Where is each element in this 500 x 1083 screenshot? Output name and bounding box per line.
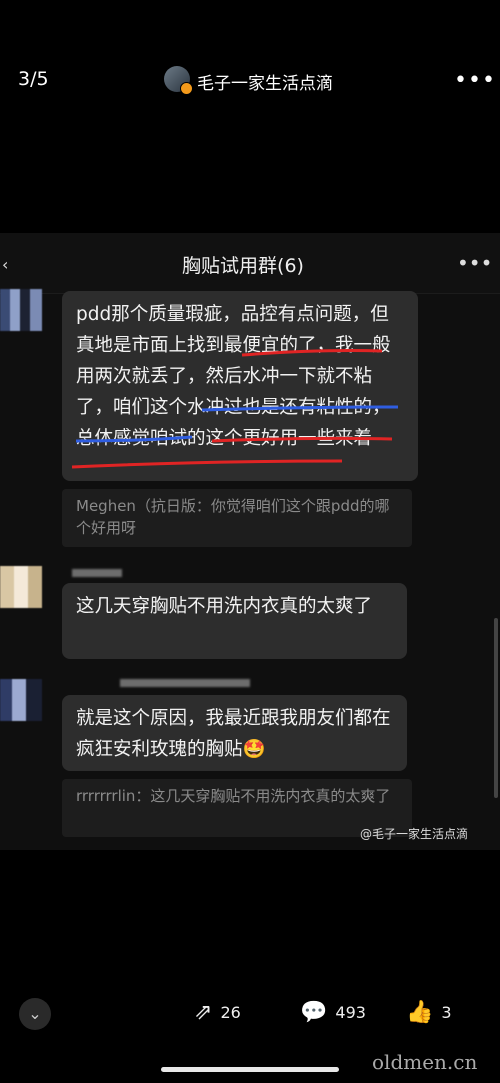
chevron-down-icon: ⌄ [28,1004,42,1023]
share-button[interactable]: ⇗ 26 [194,1000,241,1025]
red-underline [211,436,393,443]
home-indicator[interactable] [161,1067,339,1072]
group-more-icon: ••• [457,251,493,275]
red-underline [71,459,343,469]
comment-count: 493 [335,1003,366,1022]
comment-button[interactable]: 💬 493 [300,1000,366,1025]
top-bar: 3/5 毛子一家生活点滴 ••• [0,0,500,160]
avatar [0,679,42,721]
red-underline [241,349,383,357]
share-icon: ⇗ [194,1000,213,1025]
share-count: 26 [220,1003,241,1022]
like-count: 3 [441,1003,452,1022]
author-name[interactable]: 毛子一家生活点滴 [197,69,333,94]
blue-underline [75,435,193,443]
underline-annotations [71,349,399,469]
comment-icon: 💬 [300,1000,328,1025]
image-counter: 3/5 [18,68,49,90]
message-bubble: 就是这个原因，我最近跟我朋友们都在疯狂安利玫瑰的胸贴🤩 [62,695,407,771]
quoted-message: Meghen（抗日版：你觉得咱们这个跟pdd的哪个好用呀 [62,489,412,547]
scrollbar [494,618,498,798]
like-button[interactable]: 👍 3 [406,1000,452,1025]
verified-badge-icon [180,82,193,95]
avatar [0,566,42,608]
avatar [0,289,42,331]
blurred-sender-name [120,679,250,687]
blurred-sender-name [72,569,122,577]
blue-underline [201,405,399,412]
chat-header: ‹ 胸贴试用群(6) ••• [0,233,500,294]
chat-screenshot: ‹ 胸贴试用群(6) ••• pdd那个质量瑕疵，品控有点问题，但真地是市面上找… [0,233,500,850]
watermark: @毛子一家生活点滴 [360,827,469,841]
more-options-button[interactable]: ••• [454,68,496,93]
thumbs-up-icon: 👍 [406,1000,434,1025]
group-title: 胸贴试用群(6) [182,255,304,277]
site-watermark: oldmen.cn [372,1050,478,1074]
message-bubble: 这几天穿胸贴不用洗内衣真的太爽了 [62,583,407,659]
collapse-button[interactable]: ⌄ [19,998,51,1030]
